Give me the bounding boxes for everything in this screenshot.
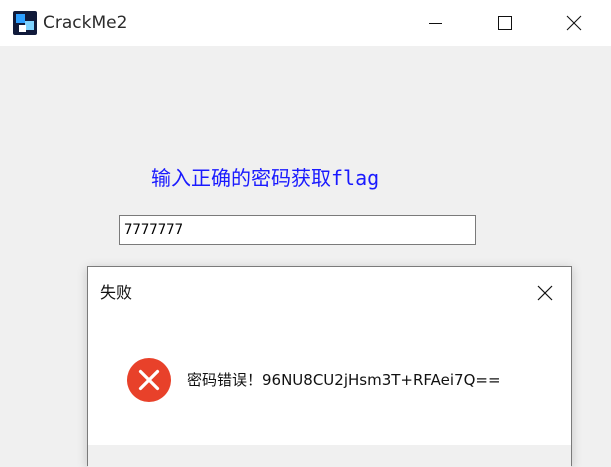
- minimize-icon: [429, 23, 442, 24]
- error-icon: [127, 358, 171, 402]
- maximize-button[interactable]: [481, 0, 527, 46]
- close-icon: [566, 15, 582, 31]
- failure-dialog: 失败 密码错误！96NU8CU2jHsm3T+RFAei7Q==: [87, 266, 572, 467]
- dialog-title: 失败: [100, 283, 133, 302]
- dialog-message: 密码错误！96NU8CU2jHsm3T+RFAei7Q==: [187, 371, 501, 389]
- app-icon: [13, 11, 37, 35]
- maximize-icon: [498, 16, 512, 30]
- window-title: CrackMe2: [43, 13, 128, 33]
- prompt-label: 输入正确的密码获取flag: [151, 166, 380, 190]
- title-bar[interactable]: CrackMe2: [0, 0, 611, 46]
- dialog-footer: [88, 445, 571, 467]
- crackme-window: CrackMe2 输入正确的密码获取flag 失败 密码: [0, 0, 611, 467]
- password-input[interactable]: [119, 215, 476, 245]
- minimize-button[interactable]: [412, 0, 458, 46]
- close-icon: [537, 285, 553, 301]
- close-button[interactable]: [551, 0, 597, 46]
- dialog-close-button[interactable]: [528, 276, 562, 310]
